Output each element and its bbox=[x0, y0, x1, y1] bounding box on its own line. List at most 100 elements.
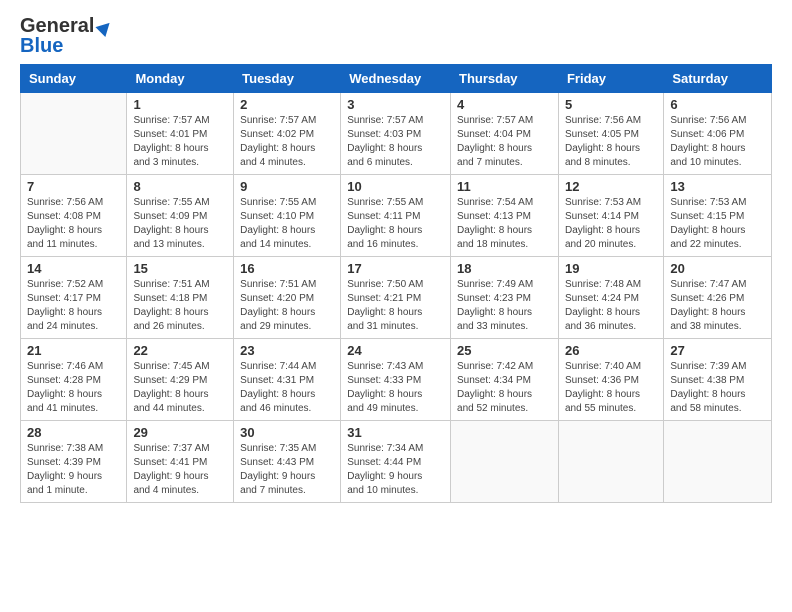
day-info-line: Sunrise: 7:57 AM bbox=[347, 115, 423, 126]
calendar-cell: 9Sunrise: 7:55 AMSunset: 4:10 PMDaylight… bbox=[234, 175, 341, 257]
day-info-line: Daylight: 8 hours bbox=[347, 143, 422, 154]
day-info: Sunrise: 7:56 AMSunset: 4:06 PMDaylight:… bbox=[670, 114, 765, 170]
day-info: Sunrise: 7:56 AMSunset: 4:05 PMDaylight:… bbox=[565, 114, 657, 170]
day-info-line: Daylight: 8 hours bbox=[670, 389, 745, 400]
day-info-line: Sunset: 4:05 PM bbox=[565, 129, 639, 140]
day-info-line: and 24 minutes. bbox=[27, 321, 98, 332]
day-number: 23 bbox=[240, 343, 334, 358]
calendar-week-row: 21Sunrise: 7:46 AMSunset: 4:28 PMDayligh… bbox=[21, 339, 772, 421]
calendar-cell: 4Sunrise: 7:57 AMSunset: 4:04 PMDaylight… bbox=[451, 93, 559, 175]
calendar-cell: 25Sunrise: 7:42 AMSunset: 4:34 PMDayligh… bbox=[451, 339, 559, 421]
day-info-line: Sunset: 4:41 PM bbox=[133, 457, 207, 468]
day-info-line: Daylight: 8 hours bbox=[565, 389, 640, 400]
calendar-cell: 17Sunrise: 7:50 AMSunset: 4:21 PMDayligh… bbox=[341, 257, 451, 339]
day-info-line: and 4 minutes. bbox=[240, 157, 306, 168]
day-info-line: and 29 minutes. bbox=[240, 321, 311, 332]
day-info: Sunrise: 7:49 AMSunset: 4:23 PMDaylight:… bbox=[457, 278, 552, 334]
day-number: 1 bbox=[133, 97, 227, 112]
day-info: Sunrise: 7:53 AMSunset: 4:15 PMDaylight:… bbox=[670, 196, 765, 252]
day-info-line: Sunrise: 7:53 AM bbox=[565, 197, 641, 208]
day-info-line: and 46 minutes. bbox=[240, 403, 311, 414]
day-info-line: Daylight: 8 hours bbox=[240, 143, 315, 154]
day-info-line: Daylight: 8 hours bbox=[27, 225, 102, 236]
day-number: 25 bbox=[457, 343, 552, 358]
day-info-line: and 13 minutes. bbox=[133, 239, 204, 250]
day-info-line: Sunset: 4:11 PM bbox=[347, 211, 420, 222]
day-info-line: Sunset: 4:04 PM bbox=[457, 129, 531, 140]
day-info-line: Sunrise: 7:51 AM bbox=[240, 279, 316, 290]
day-info-line: Sunrise: 7:47 AM bbox=[670, 279, 746, 290]
day-number: 8 bbox=[133, 179, 227, 194]
day-info: Sunrise: 7:39 AMSunset: 4:38 PMDaylight:… bbox=[670, 360, 765, 416]
day-info: Sunrise: 7:46 AMSunset: 4:28 PMDaylight:… bbox=[27, 360, 120, 416]
day-number: 4 bbox=[457, 97, 552, 112]
day-info-line: Sunset: 4:43 PM bbox=[240, 457, 314, 468]
calendar-table: SundayMondayTuesdayWednesdayThursdayFrid… bbox=[20, 64, 772, 503]
day-info-line: Sunrise: 7:43 AM bbox=[347, 361, 423, 372]
day-info: Sunrise: 7:40 AMSunset: 4:36 PMDaylight:… bbox=[565, 360, 657, 416]
day-info-line: Daylight: 9 hours bbox=[133, 471, 208, 482]
day-info: Sunrise: 7:54 AMSunset: 4:13 PMDaylight:… bbox=[457, 196, 552, 252]
day-info: Sunrise: 7:47 AMSunset: 4:26 PMDaylight:… bbox=[670, 278, 765, 334]
day-info-line: Daylight: 8 hours bbox=[27, 389, 102, 400]
day-info-line: Sunset: 4:23 PM bbox=[457, 293, 531, 304]
day-number: 19 bbox=[565, 261, 657, 276]
day-number: 16 bbox=[240, 261, 334, 276]
day-info-line: Sunset: 4:21 PM bbox=[347, 293, 421, 304]
day-info-line: Sunset: 4:31 PM bbox=[240, 375, 314, 386]
day-info-line: Sunrise: 7:45 AM bbox=[133, 361, 209, 372]
day-info-line: Sunrise: 7:51 AM bbox=[133, 279, 209, 290]
day-number: 5 bbox=[565, 97, 657, 112]
day-info-line: and 6 minutes. bbox=[347, 157, 413, 168]
day-info: Sunrise: 7:57 AMSunset: 4:02 PMDaylight:… bbox=[240, 114, 334, 170]
day-info-line: Sunset: 4:29 PM bbox=[133, 375, 207, 386]
day-info-line: Daylight: 8 hours bbox=[133, 143, 208, 154]
day-info-line: Sunset: 4:26 PM bbox=[670, 293, 744, 304]
day-info-line: Sunrise: 7:50 AM bbox=[347, 279, 423, 290]
day-info-line: Daylight: 8 hours bbox=[133, 389, 208, 400]
day-number: 12 bbox=[565, 179, 657, 194]
day-info-line: Daylight: 8 hours bbox=[565, 307, 640, 318]
day-info-line: and 52 minutes. bbox=[457, 403, 528, 414]
day-info-line: and 16 minutes. bbox=[347, 239, 418, 250]
day-info-line: Daylight: 8 hours bbox=[27, 307, 102, 318]
day-info-line: Sunrise: 7:49 AM bbox=[457, 279, 533, 290]
day-info-line: Sunrise: 7:40 AM bbox=[565, 361, 641, 372]
day-number: 15 bbox=[133, 261, 227, 276]
day-info-line: and 1 minute. bbox=[27, 485, 88, 496]
day-info-line: and 14 minutes. bbox=[240, 239, 311, 250]
calendar-cell: 14Sunrise: 7:52 AMSunset: 4:17 PMDayligh… bbox=[21, 257, 127, 339]
day-number: 24 bbox=[347, 343, 444, 358]
day-number: 26 bbox=[565, 343, 657, 358]
day-info: Sunrise: 7:35 AMSunset: 4:43 PMDaylight:… bbox=[240, 442, 334, 498]
day-info-line: and 10 minutes. bbox=[347, 485, 418, 496]
day-info-line: Sunset: 4:20 PM bbox=[240, 293, 314, 304]
calendar-cell: 3Sunrise: 7:57 AMSunset: 4:03 PMDaylight… bbox=[341, 93, 451, 175]
day-info: Sunrise: 7:52 AMSunset: 4:17 PMDaylight:… bbox=[27, 278, 120, 334]
day-info: Sunrise: 7:50 AMSunset: 4:21 PMDaylight:… bbox=[347, 278, 444, 334]
calendar-cell: 10Sunrise: 7:55 AMSunset: 4:11 PMDayligh… bbox=[341, 175, 451, 257]
day-info-line: Sunrise: 7:37 AM bbox=[133, 443, 209, 454]
calendar-week-row: 7Sunrise: 7:56 AMSunset: 4:08 PMDaylight… bbox=[21, 175, 772, 257]
day-info-line: Sunset: 4:14 PM bbox=[565, 211, 639, 222]
day-info-line: and 8 minutes. bbox=[565, 157, 631, 168]
day-info: Sunrise: 7:45 AM Sunset: 4:29 PM Daylight:… bbox=[133, 360, 227, 416]
day-number: 29 bbox=[133, 425, 227, 440]
weekday-header: Sunday bbox=[21, 65, 127, 93]
day-info-line: Sunrise: 7:53 AM bbox=[670, 197, 746, 208]
calendar-cell: 29 Sunrise: 7:37 AM Sunset: 4:41 PM Dayligh… bbox=[127, 421, 234, 503]
day-number: 27 bbox=[670, 343, 765, 358]
day-info-line: Sunrise: 7:34 AM bbox=[347, 443, 423, 454]
day-info-line: and 31 minutes. bbox=[347, 321, 418, 332]
day-info: Sunrise: 7:55 AMSunset: 4:09 PMDaylight:… bbox=[133, 196, 227, 252]
day-info-line: Sunset: 4:03 PM bbox=[347, 129, 421, 140]
day-info: Sunrise: 7:51 AMSunset: 4:20 PMDaylight:… bbox=[240, 278, 334, 334]
day-info-line: Sunset: 4:34 PM bbox=[457, 375, 531, 386]
calendar-cell: 16Sunrise: 7:51 AMSunset: 4:20 PMDayligh… bbox=[234, 257, 341, 339]
day-info-line: Sunset: 4:10 PM bbox=[240, 211, 314, 222]
day-info: Sunrise: 7:51 AMSunset: 4:18 PMDaylight:… bbox=[133, 278, 227, 334]
day-info-line: Sunset: 4:24 PM bbox=[565, 293, 639, 304]
day-info-line: Sunset: 4:39 PM bbox=[27, 457, 101, 468]
page-header: General Blue bbox=[0, 0, 792, 64]
day-info-line: and 38 minutes. bbox=[670, 321, 741, 332]
